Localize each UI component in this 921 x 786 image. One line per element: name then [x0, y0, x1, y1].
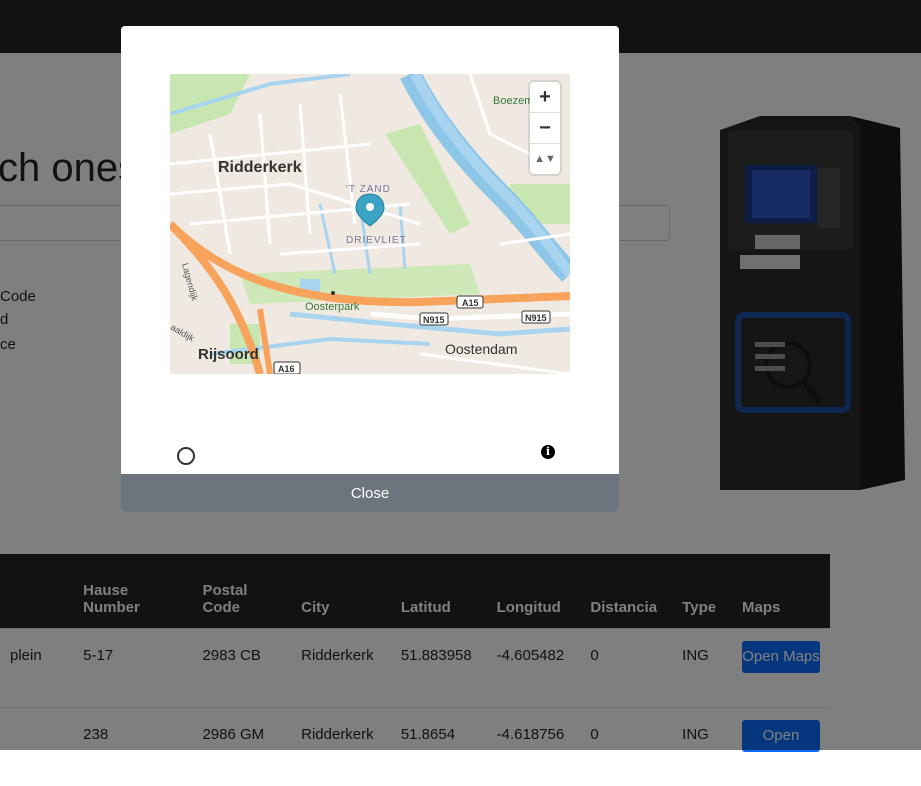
map-zoom-controls: + − ▲▼	[530, 82, 560, 174]
svg-text:Oosterpark: Oosterpark	[305, 301, 360, 313]
svg-text:N915: N915	[525, 313, 547, 323]
svg-text:Rijsoord: Rijsoord	[198, 346, 259, 363]
compass-button[interactable]: ▲▼	[530, 144, 560, 174]
svg-text:Oostendam: Oostendam	[445, 341, 517, 357]
svg-text:Ridderkerk: Ridderkerk	[218, 159, 302, 176]
svg-text:'T ZAND: 'T ZAND	[346, 184, 391, 195]
close-button[interactable]: Close	[121, 474, 619, 512]
svg-text:N915: N915	[423, 315, 445, 325]
map-view[interactable]: Ridderkerk 'T ZAND DRIEVLIET Oosterpark …	[170, 74, 570, 374]
svg-text:Boezem: Boezem	[493, 95, 533, 107]
attribution-info-icon[interactable]: i	[541, 445, 555, 459]
zoom-out-button[interactable]: −	[530, 113, 560, 144]
map-logo-icon	[177, 447, 195, 465]
map-modal: Ridderkerk 'T ZAND DRIEVLIET Oosterpark …	[121, 26, 619, 512]
zoom-in-button[interactable]: +	[530, 82, 560, 113]
svg-text:A15: A15	[462, 298, 479, 308]
map-tiles: Ridderkerk 'T ZAND DRIEVLIET Oosterpark …	[170, 74, 570, 374]
svg-text:A16: A16	[278, 364, 295, 374]
svg-text:DRIEVLIET: DRIEVLIET	[346, 235, 407, 246]
